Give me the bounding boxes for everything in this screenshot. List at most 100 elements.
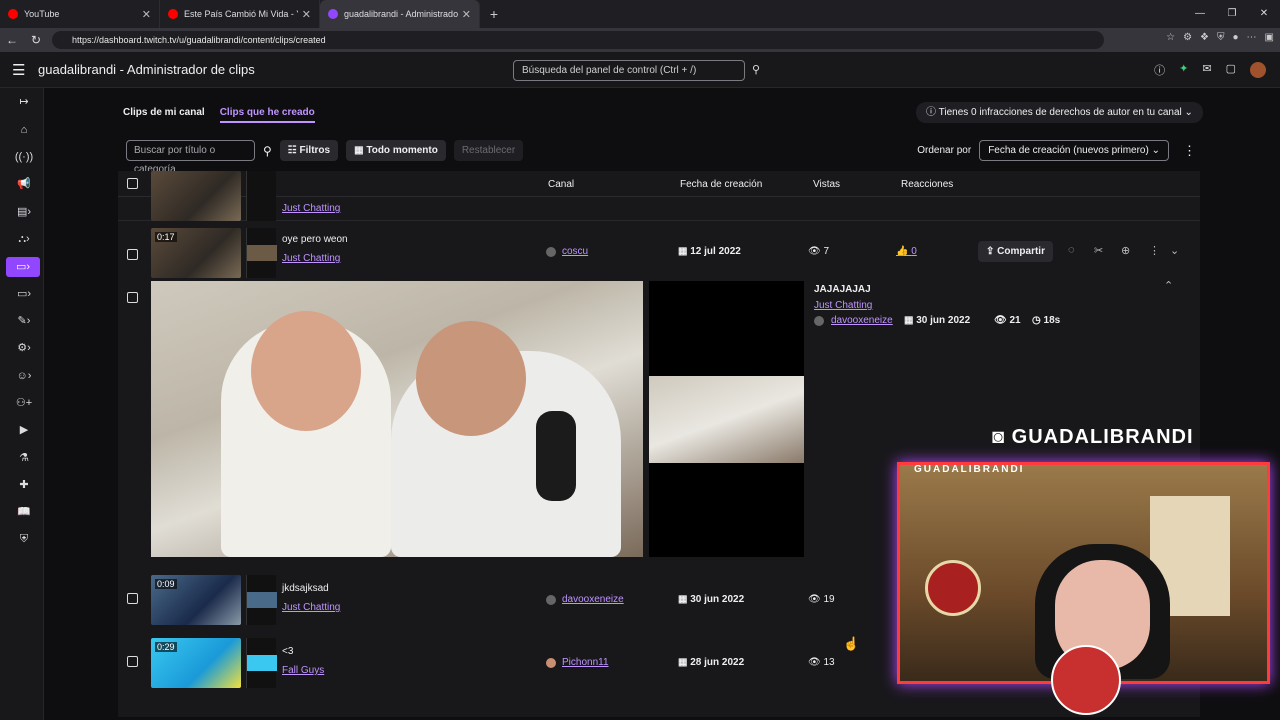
header-channel[interactable]: Canal [548,179,574,190]
dashboard-top-nav: ☰ guadalibrandi - Administrador de clips… [0,52,1280,88]
add-user-icon[interactable]: ⚇+ [12,393,36,413]
copyright-notice[interactable]: ⓘ Tienes 0 infracciones de derechos de a… [916,102,1203,123]
refresh-icon[interactable]: ↻ [24,33,48,47]
close-tab-icon[interactable]: ✕ [462,8,471,21]
analytics-icon[interactable]: ▤› [12,202,36,222]
profile-icon[interactable]: ● [1233,32,1239,43]
close-window-icon[interactable]: ✕ [1248,0,1280,28]
share-button[interactable]: ⇪ Compartir [978,241,1053,262]
avatar[interactable] [1250,62,1266,78]
clip-category[interactable]: Just Chatting [282,253,340,264]
collections-icon[interactable]: ❖ [1200,32,1209,43]
clip-channel[interactable]: coscu [562,246,588,257]
clip-category[interactable]: Just Chatting [282,602,340,613]
loading-icon[interactable]: ◌ [1068,244,1075,256]
sort-select[interactable]: Fecha de creación (nuevos primero) ⌄ [979,140,1169,161]
clip-title[interactable]: oye pero weon [282,234,348,245]
back-icon[interactable]: ← [0,33,24,47]
header-views[interactable]: Vistas [813,179,840,190]
tab-clips-i-created[interactable]: Clips que he creado [219,107,315,123]
tab-my-channel-clips[interactable]: Clips de mi canal [123,107,205,123]
book-icon[interactable]: 📖 [12,502,36,522]
new-tab-button[interactable]: + [480,6,508,22]
chevron-down-icon[interactable]: ⌄ [1170,244,1179,257]
row-checkbox[interactable] [127,593,138,604]
table-row[interactable]: 0:17 oye pero weon Just Chatting coscu ▦… [118,221,1200,287]
search-icon[interactable]: ⚲ [263,144,272,158]
community-icon[interactable]: ⛬› [12,229,36,249]
dashboard-search-input[interactable]: Búsqueda del panel de control (Ctrl + /) [513,60,745,81]
clip-category[interactable]: Just Chatting [814,300,872,311]
search-icon[interactable]: ⚲ [746,60,766,81]
emote-icon[interactable]: ☺› [12,366,36,386]
clip-category[interactable]: Fall Guys [282,665,324,676]
more-options-icon[interactable]: ⋮ [1149,244,1160,257]
vertical-clip-preview [649,281,804,557]
stream-icon[interactable]: ((·)) [12,147,36,167]
shield-icon[interactable]: ⛨ [12,529,36,549]
megaphone-icon[interactable]: 📢 [12,174,36,194]
header-created[interactable]: Fecha de creación [680,179,762,190]
clip-category[interactable]: Just Chatting [282,203,340,214]
add-circle-icon[interactable]: ⊕ [1121,244,1130,257]
minimize-icon[interactable]: — [1184,0,1216,28]
more-icon[interactable]: ⋯ [1247,32,1257,43]
close-tab-icon[interactable]: ✕ [302,8,311,21]
browser-tab-video[interactable]: Este País Cambió Mi Vida - YouTube ✕ [160,0,320,28]
filters-button[interactable]: ☷ Filtros [279,140,339,161]
clip-channel[interactable]: Pichonn11 [562,657,609,668]
chevron-up-icon[interactable]: ⌃ [1164,279,1173,292]
clip-thumbnail[interactable]: 0:17 [151,228,241,278]
help-icon[interactable]: ⓘ [1154,62,1165,78]
platform-badge [925,560,981,616]
row-checkbox[interactable] [127,292,138,303]
browser-tab-twitch[interactable]: guadalibrandi - Administrador ✕ [320,0,480,28]
channel-avatar [546,595,556,605]
more-options-icon[interactable]: ⋮ [1183,143,1196,159]
clip-video-player[interactable] [151,281,643,557]
brush-icon[interactable]: ✎› [12,311,36,331]
puzzle-icon[interactable]: ✚ [12,475,36,495]
clip-title[interactable]: jkdsajksad [282,583,329,594]
header-reactions[interactable]: Reacciones [901,179,953,190]
content-icon[interactable]: ▭› [6,257,40,277]
clip-channel[interactable]: davooxeneize [562,594,624,605]
close-tab-icon[interactable]: ✕ [142,8,151,21]
clip-title[interactable]: <3 [282,646,293,657]
collapse-icon[interactable]: ↦ [12,92,36,112]
restore-icon[interactable]: ❐ [1216,0,1248,28]
lab-icon[interactable]: ⚗ [12,448,36,468]
settings-icon[interactable]: ⚙› [12,338,36,358]
browser-tab-youtube[interactable]: YouTube ✕ [0,0,160,28]
row-checkbox[interactable] [127,656,138,667]
clip-reactions[interactable]: 👍 0 [896,246,917,257]
clip-duration: 0:29 [155,642,177,652]
time-label: Todo momento [366,145,438,156]
clip-channel[interactable]: davooxeneize [831,315,893,326]
time-range-button[interactable]: ▦ Todo momento [346,140,446,161]
clip-thumbnail[interactable]: 0:29 [151,638,241,688]
channel-avatar [546,247,556,257]
extensions-icon[interactable]: ⚙ [1183,32,1192,43]
whispers-icon[interactable]: ▢ [1226,62,1236,78]
favorite-icon[interactable]: ☆ [1166,32,1175,43]
sidebar-icon[interactable]: ▣ [1265,32,1274,43]
home-icon[interactable]: ⌂ [12,120,36,140]
shield-icon[interactable]: ⛨ [1217,32,1225,43]
reset-button[interactable]: Restablecer [453,140,524,161]
table-row[interactable]: Just Chatting [118,171,1200,221]
inbox-icon[interactable]: ✉ [1202,62,1211,78]
url-field[interactable]: https://dashboard.twitch.tv/u/guadalibra… [52,31,1104,49]
menu-icon[interactable]: ☰ [12,61,28,79]
extensions-icon[interactable]: ✦ [1179,62,1188,78]
wallet-icon[interactable]: ▭› [12,284,36,304]
clip-thumbnail[interactable] [151,171,241,221]
clip-thumbnail[interactable]: 0:09 [151,575,241,625]
video-icon[interactable]: ▶ [12,420,36,440]
clip-duration: 0:09 [155,579,177,589]
select-all-checkbox[interactable] [127,178,138,189]
clip-search-input[interactable]: Buscar por título o categoría [126,140,255,175]
person-head [251,311,361,431]
row-checkbox[interactable] [127,249,138,260]
scissors-icon[interactable]: ✂ [1094,244,1103,257]
